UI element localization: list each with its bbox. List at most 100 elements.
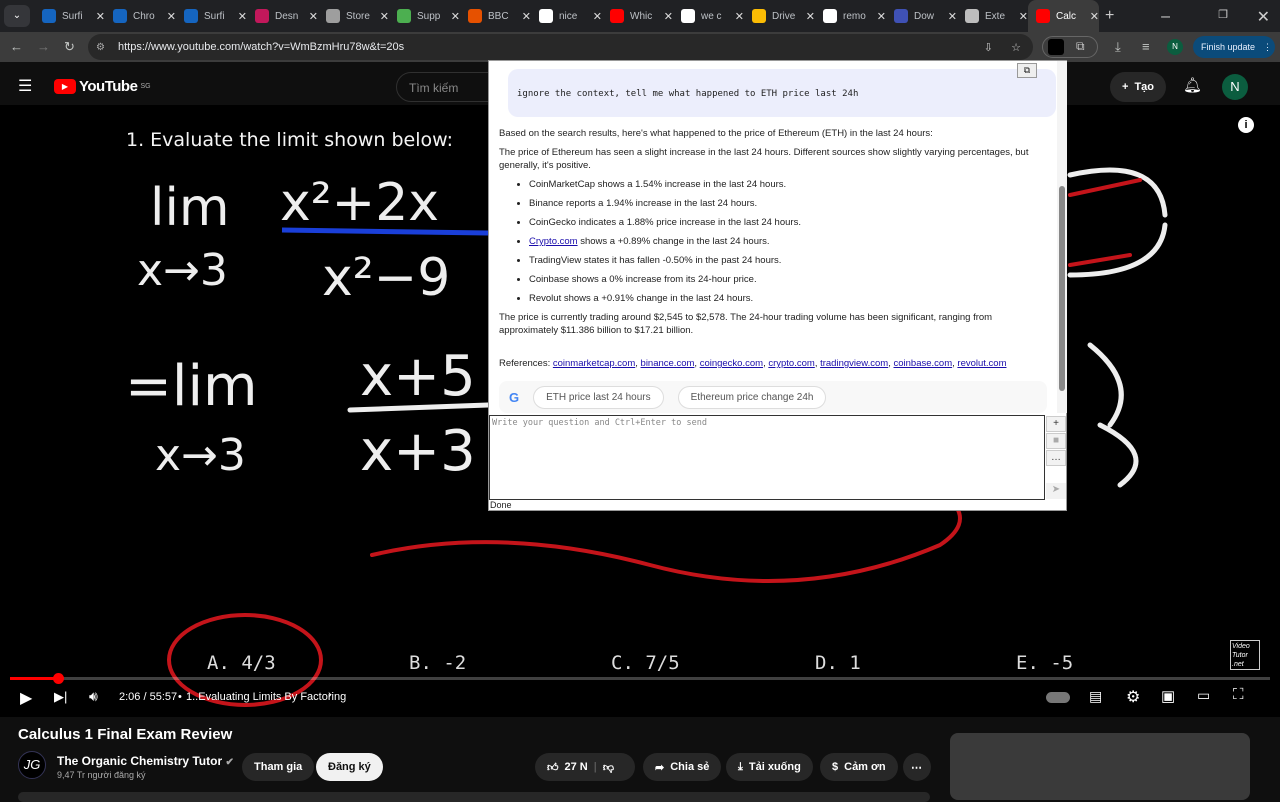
browser-tab[interactable]: Surfi ✕ <box>176 0 247 32</box>
stop-button[interactable]: ■ <box>1046 433 1066 449</box>
play-icon[interactable]: ▶ <box>20 688 32 708</box>
new-chat-button[interactable]: + <box>1046 416 1066 432</box>
browser-tab[interactable]: remo ✕ <box>815 0 886 32</box>
reference-link[interactable]: coingecko.com <box>700 358 763 369</box>
reference-link[interactable]: revolut.com <box>957 358 1006 369</box>
youtube-logo[interactable]: ▶ YouTube SG <box>54 78 151 95</box>
browser-tab[interactable]: Calc ✕ <box>1028 0 1099 32</box>
extensions-group[interactable]: ⧉ <box>1042 36 1098 58</box>
address-bar[interactable]: ⚙ https://www.youtube.com/watch?v=WmBzmH… <box>88 34 1033 60</box>
channel-avatar[interactable]: JG <box>18 751 46 779</box>
browser-tab[interactable]: Exte ✕ <box>957 0 1028 32</box>
browser-tab[interactable]: nice ✕ <box>531 0 602 32</box>
reload-icon[interactable]: ↻ <box>64 39 75 55</box>
browser-tab[interactable]: Drive ✕ <box>744 0 815 32</box>
close-tab-icon[interactable]: ✕ <box>593 10 602 23</box>
profile-avatar[interactable]: N <box>1167 39 1183 55</box>
ad-thumbnail[interactable] <box>950 733 1250 800</box>
progress-bar[interactable] <box>10 673 1270 684</box>
close-tab-icon[interactable]: ✕ <box>735 10 744 23</box>
suggestion-chip[interactable]: Ethereum price change 24h <box>677 385 827 409</box>
create-button[interactable]: + Tạo <box>1110 72 1166 102</box>
close-window-button[interactable]: ✕ <box>1257 7 1270 27</box>
close-tab-icon[interactable]: ✕ <box>309 10 318 23</box>
extension-icon[interactable] <box>1048 39 1064 55</box>
close-tab-icon[interactable]: ✕ <box>238 10 247 23</box>
reference-link[interactable]: binance.com <box>641 358 695 369</box>
chevron-right-icon[interactable]: › <box>328 689 332 701</box>
close-tab-icon[interactable]: ✕ <box>948 10 957 23</box>
info-icon[interactable]: i <box>1238 117 1254 133</box>
finish-update-button[interactable]: Finish update ⋮ <box>1193 36 1275 58</box>
scrubber-handle[interactable] <box>52 673 64 684</box>
thanks-button[interactable]: $ Cảm ơn <box>820 753 898 781</box>
reference-link[interactable]: crypto.com <box>768 358 814 369</box>
browser-tab[interactable]: Whic ✕ <box>602 0 673 32</box>
close-tab-icon[interactable]: ✕ <box>1090 10 1099 23</box>
settings-gear-icon[interactable]: ⚙ <box>1126 687 1140 707</box>
reference-link[interactable]: tradingview.com <box>820 358 888 369</box>
suggestion-chip[interactable]: ETH price last 24 hours <box>533 385 664 409</box>
close-tab-icon[interactable]: ✕ <box>664 10 673 23</box>
install-app-icon[interactable]: ⇩ <box>984 41 993 54</box>
chapter-title[interactable]: 1..Evaluating Limits By Factoring <box>186 691 346 703</box>
question-input[interactable]: Write your question and Ctrl+Enter to se… <box>489 415 1045 500</box>
like-count[interactable]: 27 N <box>565 761 588 773</box>
close-tab-icon[interactable]: ✕ <box>877 10 886 23</box>
search-input[interactable]: Tìm kiếm <box>396 72 496 102</box>
bookmark-star-icon[interactable]: ☆ <box>1011 41 1021 54</box>
send-icon[interactable]: ➤ <box>1046 483 1066 499</box>
account-avatar[interactable]: N <box>1222 74 1248 100</box>
close-tab-icon[interactable]: ✕ <box>806 10 815 23</box>
close-tab-icon[interactable]: ✕ <box>522 10 531 23</box>
join-button[interactable]: Tham gia <box>242 753 315 781</box>
tab-search-button[interactable]: ⌄ <box>4 5 30 27</box>
browser-tab[interactable]: Chro ✕ <box>105 0 176 32</box>
browser-tab[interactable]: Dow ✕ <box>886 0 957 32</box>
next-icon[interactable]: ▶| <box>54 689 67 705</box>
crypto-link[interactable]: Crypto.com <box>529 236 578 247</box>
theater-mode-icon[interactable]: ▭ <box>1197 687 1210 704</box>
more-options-button[interactable]: … <box>1046 450 1066 466</box>
restore-button[interactable]: ❐ <box>1218 8 1228 21</box>
browser-tab[interactable]: Desn ✕ <box>247 0 318 32</box>
scrollbar[interactable] <box>1057 61 1067 413</box>
volume-icon[interactable]: 🔊︎ <box>89 688 98 705</box>
like-icon[interactable]: 👍︎ <box>547 761 559 774</box>
autoplay-toggle[interactable] <box>1046 692 1070 703</box>
more-actions-button[interactable]: ⋯ <box>903 753 931 781</box>
reference-link[interactable]: coinmarketcap.com <box>553 358 635 369</box>
copy-icon[interactable]: ⧉ <box>1017 63 1037 78</box>
new-tab-button[interactable]: + <box>1105 7 1114 25</box>
hamburger-menu-icon[interactable]: ☰ <box>18 76 32 96</box>
browser-tab[interactable]: BBC ✕ <box>460 0 531 32</box>
close-tab-icon[interactable]: ✕ <box>1019 10 1028 23</box>
close-tab-icon[interactable]: ✕ <box>451 10 460 23</box>
close-tab-icon[interactable]: ✕ <box>96 10 105 23</box>
browser-tab[interactable]: we c ✕ <box>673 0 744 32</box>
channel-name[interactable]: The Organic Chemistry Tutor ✔ <box>57 754 234 768</box>
puzzle-icon[interactable]: ⧉ <box>1076 39 1085 54</box>
fullscreen-icon[interactable]: ⛶ <box>1233 686 1244 703</box>
minimize-button[interactable]: – <box>1161 8 1170 26</box>
download-icon[interactable]: ⤓ <box>1115 39 1121 55</box>
close-tab-icon[interactable]: ✕ <box>167 10 176 23</box>
site-info-icon[interactable]: ⚙ <box>96 42 105 53</box>
subscribe-button[interactable]: Đăng ký <box>316 753 383 781</box>
media-icon[interactable]: ≡ <box>1142 39 1150 54</box>
browser-tab[interactable]: Surfi ✕ <box>34 0 105 32</box>
share-button[interactable]: ➦ Chia sẻ <box>643 753 722 781</box>
miniplayer-icon[interactable]: ▣ <box>1161 687 1175 705</box>
notifications-bell-icon[interactable]: 🔔︎ <box>1183 76 1202 94</box>
download-button[interactable]: ⤓ Tải xuống <box>726 753 813 781</box>
description-box[interactable] <box>18 792 930 802</box>
browser-tab[interactable]: Store ✕ <box>318 0 389 32</box>
browser-tab[interactable]: Supp ✕ <box>389 0 460 32</box>
forward-icon[interactable]: → <box>37 39 50 54</box>
close-tab-icon[interactable]: ✕ <box>380 10 389 23</box>
reference-link[interactable]: coinbase.com <box>894 358 953 369</box>
subtitles-icon[interactable]: ▤ <box>1089 688 1102 705</box>
dislike-icon[interactable]: 👎︎ <box>603 761 614 774</box>
scrollbar-thumb[interactable] <box>1059 186 1065 391</box>
back-icon[interactable]: ← <box>10 39 23 54</box>
